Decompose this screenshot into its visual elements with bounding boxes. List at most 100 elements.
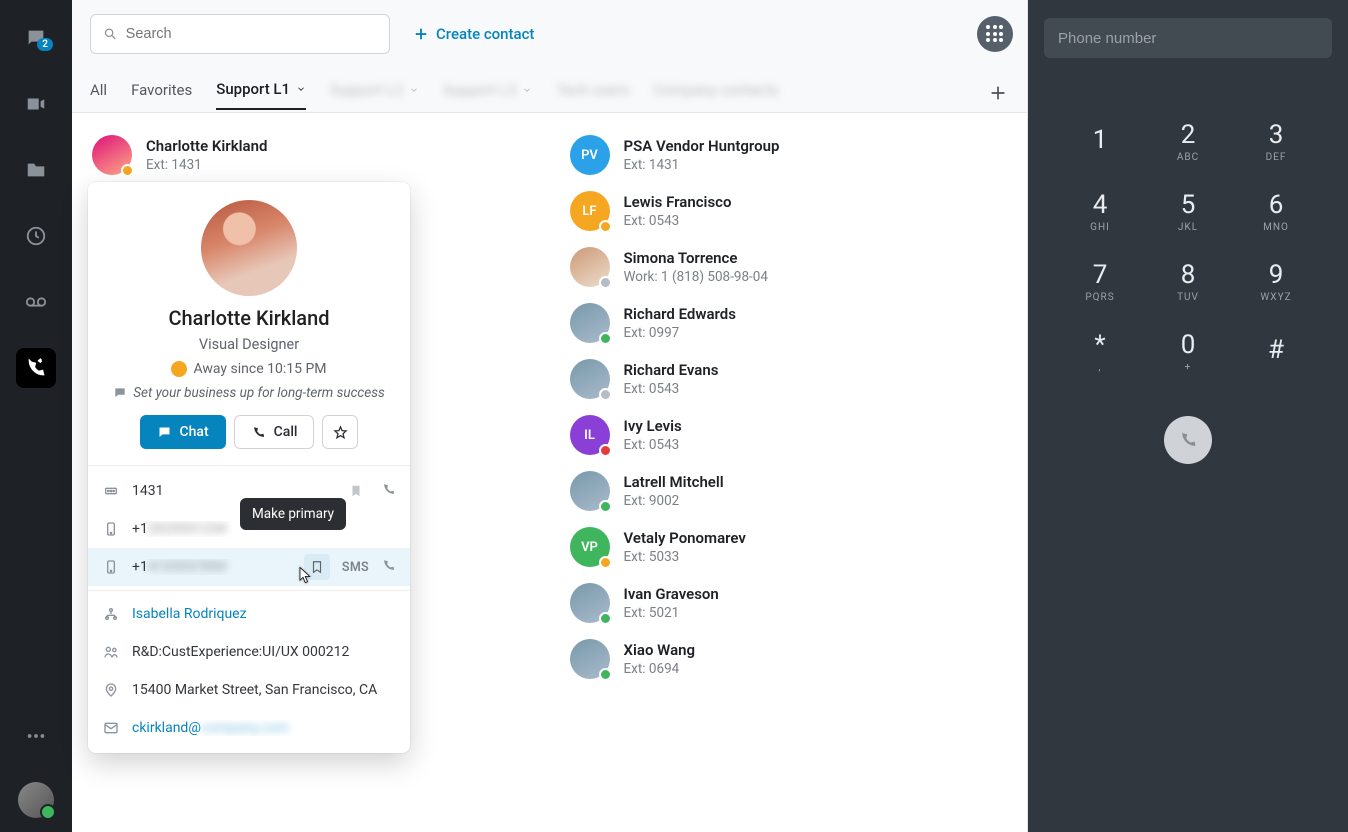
- contact-avatar: LF: [570, 191, 610, 231]
- chat-icon: [157, 425, 172, 440]
- contact-column-right: PVPSA Vendor HuntgroupExt: 1431LFLewis F…: [550, 113, 1028, 832]
- dialer-key-#[interactable]: #: [1232, 316, 1320, 386]
- contact-name: Lewis Francisco: [624, 193, 732, 211]
- phone-transfer-icon: [25, 357, 47, 379]
- sms-button[interactable]: SMS: [342, 560, 369, 575]
- contact-avatar: [92, 135, 132, 175]
- call-button[interactable]: Call: [234, 415, 315, 449]
- chat-button[interactable]: Chat: [140, 415, 226, 449]
- contact-name: PSA Vendor Huntgroup: [624, 137, 780, 155]
- contact-row[interactable]: Richard Edwards Ext: 0997: [550, 295, 1028, 351]
- contact-sub: Ext: 0694: [624, 661, 696, 677]
- profile-tagline: Set your business up for long-term succe…: [106, 385, 392, 401]
- favorite-button[interactable]: [322, 415, 358, 449]
- nav-contacts[interactable]: [16, 348, 56, 388]
- address-value: 15400 Market Street, San Francisco, CA: [132, 682, 396, 698]
- chevron-down-icon: [409, 85, 419, 95]
- contact-sub: Ext: 0543: [624, 381, 719, 397]
- contact-avatar: PV: [570, 135, 610, 175]
- apps-button[interactable]: [977, 16, 1013, 52]
- contact-profile-popover: Charlotte Kirkland Visual Designer Away …: [88, 182, 410, 753]
- chevron-down-icon: [296, 84, 306, 94]
- contact-avatar: [570, 471, 610, 511]
- speech-icon: [113, 386, 127, 400]
- nav-history[interactable]: [16, 216, 56, 256]
- dialer-call-button[interactable]: [1164, 416, 1212, 464]
- nav-chat[interactable]: 2: [16, 18, 56, 58]
- video-icon: [25, 93, 47, 115]
- more-icon: [25, 725, 47, 747]
- self-avatar[interactable]: [18, 782, 54, 818]
- mouse-cursor: [297, 566, 315, 588]
- dialer-key-9[interactable]: 9WXYZ: [1232, 246, 1320, 316]
- contact-row[interactable]: Charlotte KirklandExt: 1431: [72, 127, 550, 183]
- profile-row-manager[interactable]: Isabella Rodriquez: [88, 595, 410, 633]
- add-tab-button[interactable]: [987, 82, 1009, 108]
- contact-avatar: [570, 359, 610, 399]
- contact-row[interactable]: Latrell MitchellExt: 9002: [550, 463, 1028, 519]
- contact-avatar: IL: [570, 415, 610, 455]
- contact-avatar: VP: [570, 527, 610, 567]
- row-call-button[interactable]: [381, 482, 396, 501]
- contact-sub: Ext: 0543: [624, 213, 732, 229]
- contact-row[interactable]: Simona TorrenceWork: 1 (818) 508-98-04: [550, 239, 1028, 295]
- chat-badge: 2: [37, 38, 53, 51]
- contact-row[interactable]: Richard EvansExt: 0543: [550, 351, 1028, 407]
- dialer-key-6[interactable]: 6MNO: [1232, 176, 1320, 246]
- tab-hidden-1[interactable]: Support L2: [330, 81, 419, 109]
- tab-hidden-4[interactable]: Company contacts: [653, 81, 778, 109]
- phone-2-value: +14155557890: [132, 559, 292, 575]
- contact-row[interactable]: LF Lewis Francisco Ext: 0543: [550, 183, 1028, 239]
- star-icon: [333, 425, 348, 440]
- nav-files[interactable]: [16, 150, 56, 190]
- dialer-key-5[interactable]: 5JKL: [1144, 176, 1232, 246]
- contact-row[interactable]: Ivan GravesonExt: 5021: [550, 575, 1028, 631]
- search-input[interactable]: [126, 26, 377, 42]
- search-field[interactable]: [90, 14, 390, 54]
- dialer-input[interactable]: [1058, 30, 1318, 47]
- contact-avatar: [570, 583, 610, 623]
- row-call-button[interactable]: [381, 558, 396, 577]
- contact-row[interactable]: PVPSA Vendor HuntgroupExt: 1431: [550, 127, 1028, 183]
- tab-hidden-2[interactable]: Support L3: [443, 81, 532, 109]
- contact-sub: Ext: 0997: [624, 325, 736, 341]
- main-header: Create contact All Favorites Support L1: [72, 0, 1027, 113]
- dialer-panel: 12ABC3DEF 4GHI5JKL6MNO 7PQRS8TUV9WXYZ *,0+#: [1028, 0, 1348, 832]
- apps-grid-icon: [986, 25, 1004, 43]
- mobile-icon: [102, 521, 120, 537]
- tab-all[interactable]: All: [90, 81, 107, 109]
- nav-more[interactable]: [16, 716, 56, 756]
- profile-status: Away since 10:15 PM: [106, 361, 392, 377]
- extension-icon: [102, 483, 120, 499]
- tab-support-l1[interactable]: Support L1: [216, 80, 306, 110]
- dialer-key-*[interactable]: *,: [1056, 316, 1144, 386]
- contact-name: Charlotte Kirkland: [146, 137, 267, 155]
- email-value: ckirkland@company.com: [132, 720, 396, 736]
- bookmark-icon[interactable]: [343, 478, 369, 504]
- dialer-key-8[interactable]: 8TUV: [1144, 246, 1232, 316]
- status-dot: [599, 668, 612, 681]
- tab-hidden-3[interactable]: Tech users: [556, 81, 629, 109]
- dialer-key-2[interactable]: 2ABC: [1144, 106, 1232, 176]
- dialer-key-1[interactable]: 1: [1056, 106, 1144, 176]
- nav-video[interactable]: [16, 84, 56, 124]
- dialer-key-3[interactable]: 3DEF: [1232, 106, 1320, 176]
- dialer-input-wrap[interactable]: [1044, 18, 1332, 58]
- create-contact-button[interactable]: Create contact: [412, 25, 534, 43]
- nav-voicemail[interactable]: [16, 282, 56, 322]
- tab-favorites[interactable]: Favorites: [131, 81, 192, 109]
- contact-avatar: [570, 247, 610, 287]
- contact-row[interactable]: VPVetaly PonomarevExt: 5033: [550, 519, 1028, 575]
- contact-row[interactable]: Xiao WangExt: 0694: [550, 631, 1028, 687]
- contact-name: Simona Torrence: [624, 249, 768, 267]
- dialer-key-4[interactable]: 4GHI: [1056, 176, 1144, 246]
- dialer-key-7[interactable]: 7PQRS: [1056, 246, 1144, 316]
- profile-row-email[interactable]: ckirkland@company.com: [88, 709, 410, 747]
- dialer-keypad: 12ABC3DEF 4GHI5JKL6MNO 7PQRS8TUV9WXYZ *,0+#: [1056, 106, 1320, 386]
- profile-row-phone-2[interactable]: +14155557890 SMS: [88, 548, 410, 586]
- contact-name: Richard Edwards: [624, 305, 736, 323]
- status-dot: [599, 220, 612, 233]
- contact-row[interactable]: ILIvy LevisExt: 0543: [550, 407, 1028, 463]
- dialer-key-0[interactable]: 0+: [1144, 316, 1232, 386]
- status-dot: [599, 332, 612, 345]
